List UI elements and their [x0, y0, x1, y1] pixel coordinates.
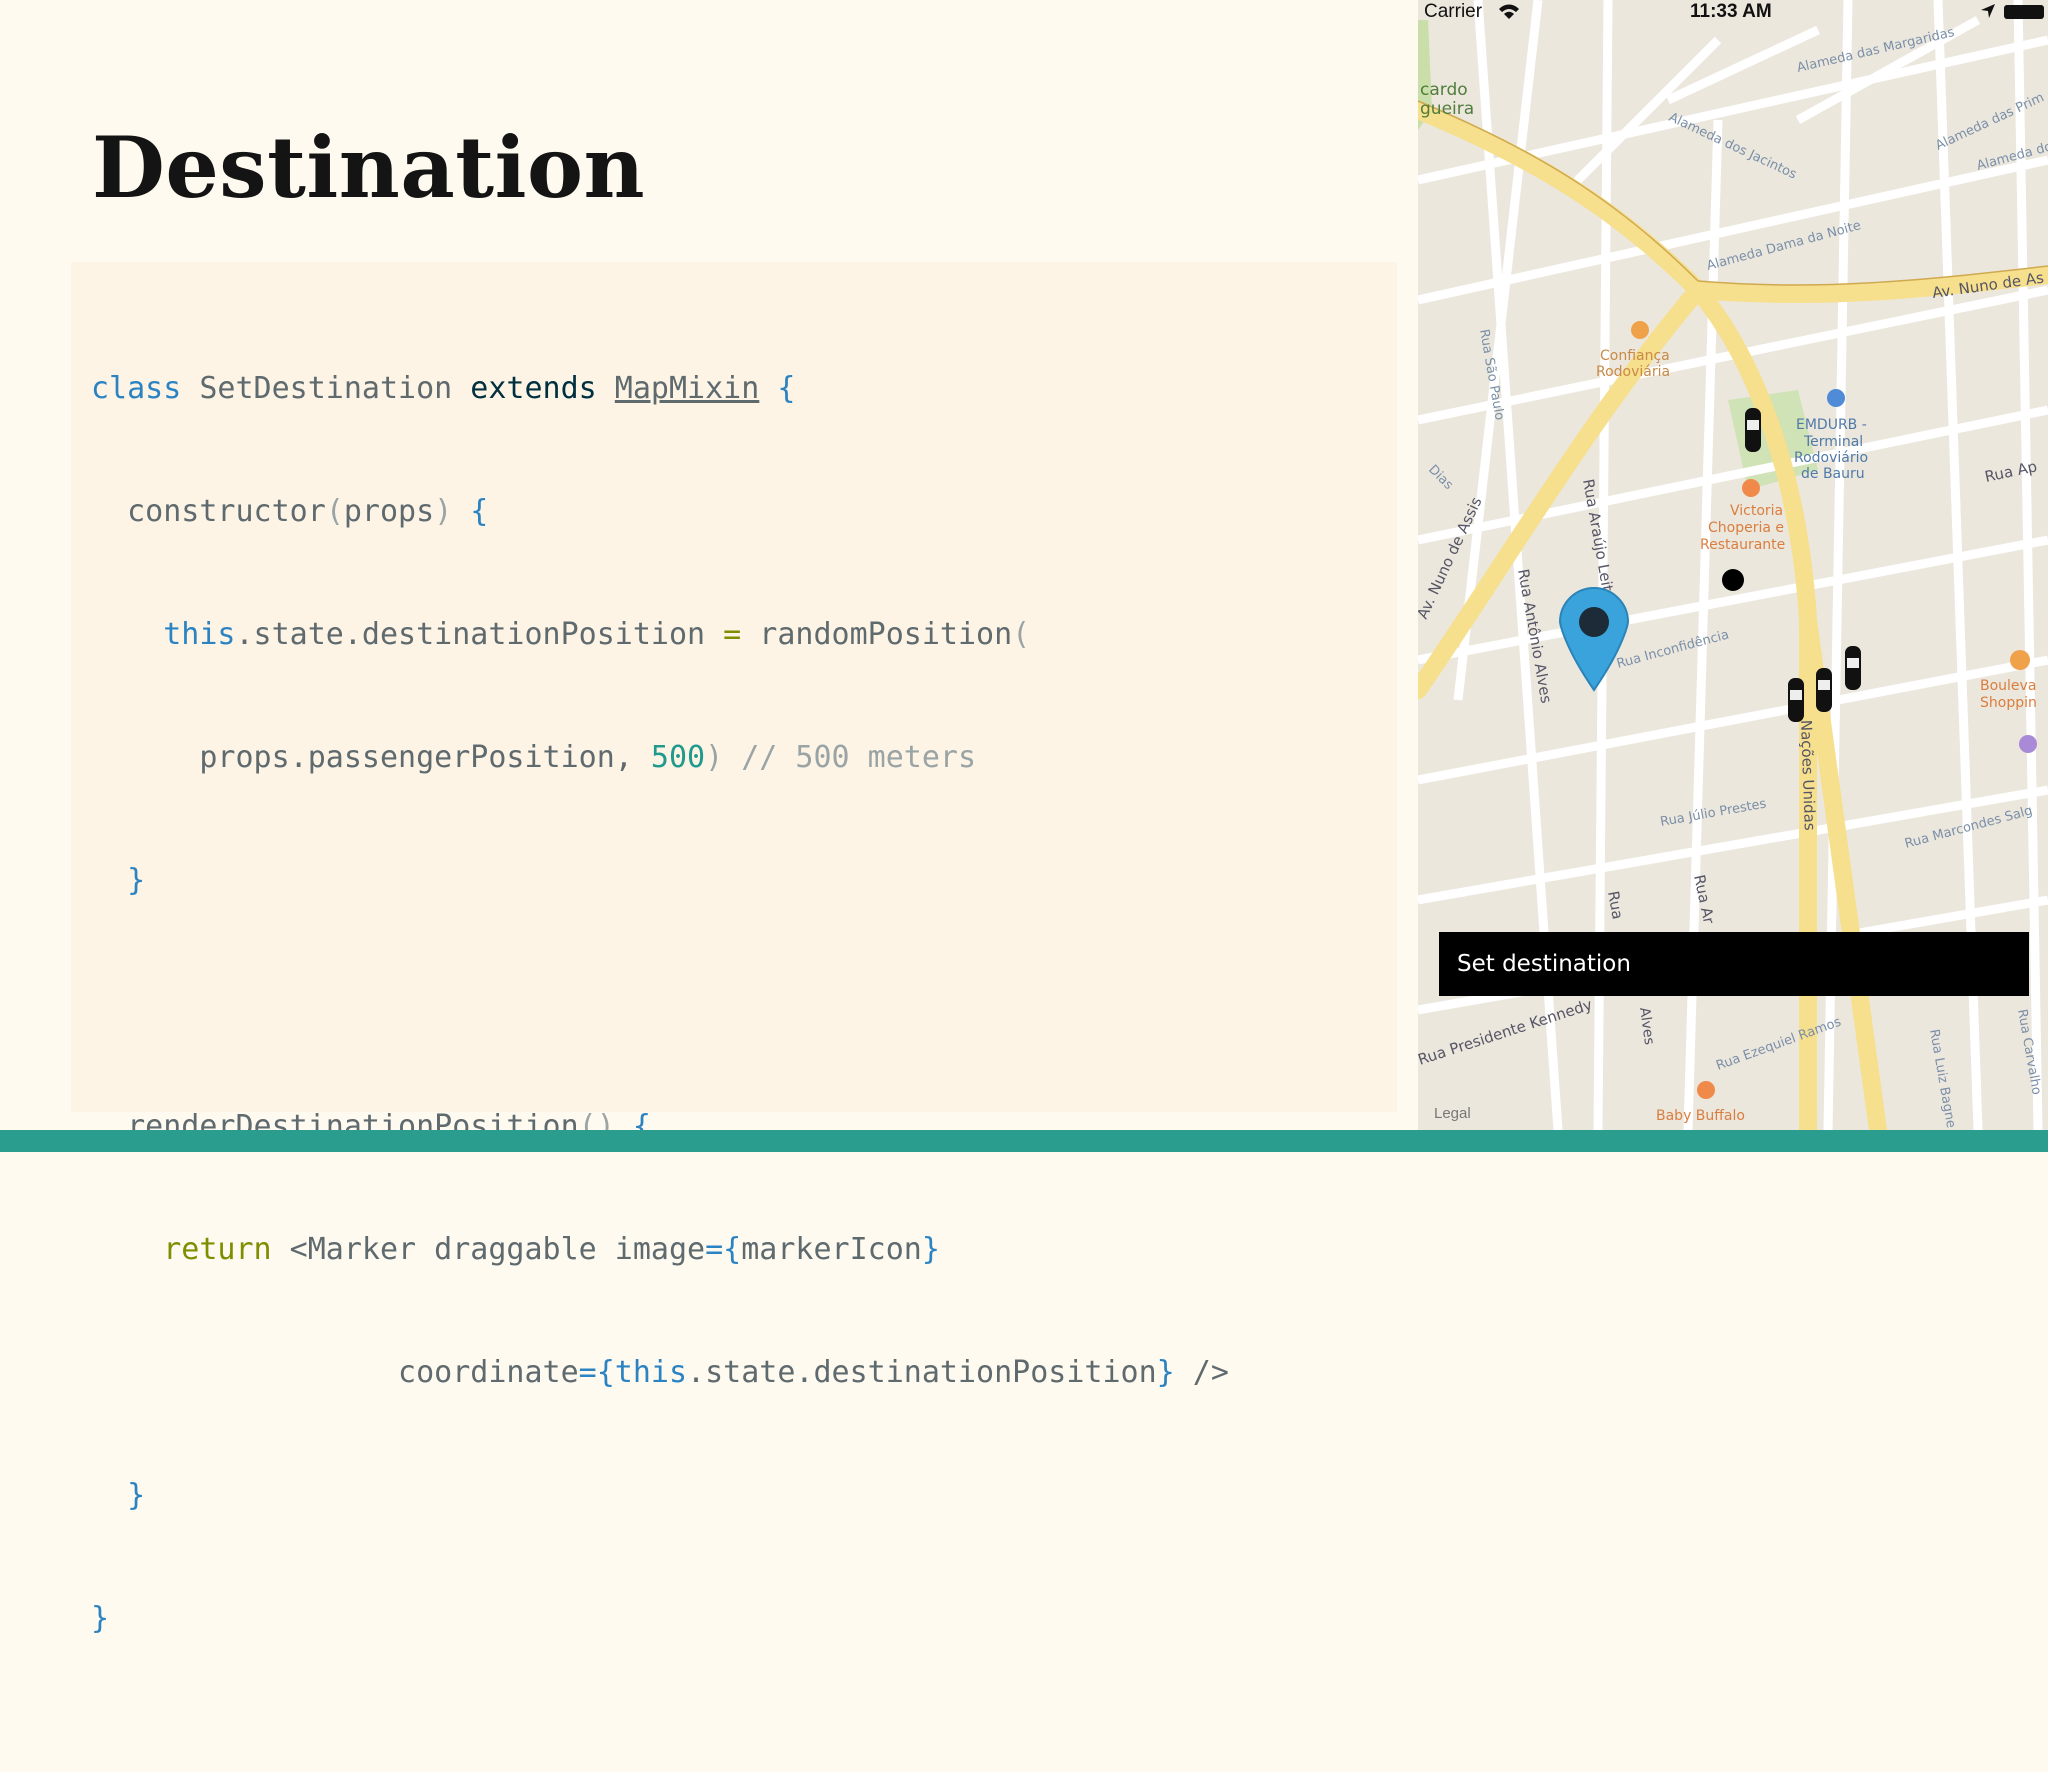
phone-screenshot: cardo gueira Alameda das Margaridas Alam…	[1418, 0, 2048, 1130]
code-line: }	[91, 1588, 1229, 1650]
code-token: }	[91, 1600, 110, 1636]
footer-bar	[0, 1130, 2048, 1152]
status-bar: Carrier 11:33 AM	[1418, 0, 2048, 26]
code-comment: // 500 meters	[723, 739, 977, 775]
code-text: class SetDestination extends MapMixin { …	[91, 296, 1229, 1772]
code-token: this	[163, 616, 236, 652]
map-label: de Bauru	[1801, 466, 1865, 482]
code-token: }	[127, 1477, 146, 1513]
map-label: Bouleva	[1980, 678, 2036, 694]
code-token: )	[434, 493, 453, 529]
car-icon	[1845, 646, 1861, 690]
code-token: randomPosition	[741, 616, 1013, 652]
status-time: 11:33 AM	[1690, 1, 1772, 22]
map-label: Choperia e	[1708, 520, 1784, 536]
set-destination-button[interactable]: Set destination	[1439, 932, 2029, 996]
code-token: .state.destinationPosition	[687, 1354, 1157, 1390]
code-token: ={	[578, 1354, 615, 1390]
code-line: this.state.destinationPosition = randomP…	[91, 604, 1229, 666]
map-label: Rodoviário	[1794, 450, 1868, 466]
code-token: class	[91, 370, 182, 406]
code-token: .state.destinationPosition	[235, 616, 724, 652]
code-line: }	[91, 850, 1229, 912]
code-token: <Marker draggable image	[271, 1231, 706, 1267]
code-token: markerIcon	[741, 1231, 922, 1267]
code-token: ={	[705, 1231, 742, 1267]
code-token: )	[705, 739, 724, 775]
map-label: cardo	[1420, 80, 1468, 100]
code-token: props	[343, 493, 435, 529]
code-line: class SetDestination extends MapMixin {	[91, 358, 1229, 420]
slide: Destination class SetDestination extends…	[0, 0, 1418, 1636]
map-label: Shoppin	[1980, 695, 2037, 711]
car-icon	[1788, 678, 1804, 722]
restaurant-poi-icon	[1631, 321, 1649, 339]
code-token: constructor	[127, 493, 326, 529]
code-token: SetDestination	[181, 370, 471, 406]
code-token: extends	[470, 370, 597, 406]
code-token: />	[1174, 1354, 1229, 1390]
code-token: coordinate	[398, 1354, 579, 1390]
code-token: (	[325, 493, 344, 529]
legal-link[interactable]: Legal	[1434, 1105, 1471, 1122]
map-label: Restaurante	[1700, 537, 1785, 553]
poi-icon	[2019, 735, 2037, 753]
shopping-poi-icon	[2010, 650, 2030, 670]
car-icon	[1745, 408, 1761, 452]
code-line: }	[91, 1465, 1229, 1527]
map-label: Victoria	[1730, 503, 1783, 519]
code-token: props.passengerPosition,	[199, 739, 651, 775]
car-icon	[1816, 668, 1832, 712]
code-token: this	[614, 1354, 688, 1390]
code-line: constructor(props) {	[91, 481, 1229, 543]
map-label: EMDURB -	[1796, 417, 1867, 433]
code-line: props.passengerPosition, 500) // 500 met…	[91, 727, 1229, 789]
code-token: (	[1012, 616, 1031, 652]
map-label: gueira	[1420, 99, 1474, 119]
code-line: return <Marker draggable image={markerIc…	[91, 1219, 1229, 1281]
code-line: coordinate={this.state.destinationPositi…	[91, 1342, 1229, 1404]
bus-poi-icon	[1827, 389, 1845, 407]
map-label: Confiança	[1600, 348, 1670, 364]
code-block: class SetDestination extends MapMixin { …	[71, 262, 1397, 1636]
code-token: }	[1156, 1354, 1175, 1390]
code-token: =	[723, 616, 742, 652]
code-token: 500	[650, 739, 706, 775]
code-token: {	[452, 493, 489, 529]
passenger-position-dot	[1722, 569, 1744, 591]
restaurant-poi-icon	[1742, 479, 1760, 497]
code-token: {	[759, 370, 796, 406]
map-label: Baby Buffalo	[1656, 1108, 1745, 1124]
location-arrow-icon	[1980, 3, 1996, 25]
code-token: MapMixin	[614, 370, 760, 406]
wifi-icon	[1498, 4, 1520, 26]
code-token: }	[921, 1231, 940, 1267]
code-token: return	[163, 1231, 272, 1267]
map-label: Rodoviária	[1596, 364, 1670, 380]
restaurant-poi-icon	[1697, 1081, 1715, 1099]
slide-title: Destination	[92, 118, 646, 217]
code-token: }	[127, 862, 146, 898]
map-label: Terminal	[1803, 434, 1863, 450]
battery-icon	[2004, 5, 2044, 19]
carrier-label: Carrier	[1424, 1, 1483, 22]
